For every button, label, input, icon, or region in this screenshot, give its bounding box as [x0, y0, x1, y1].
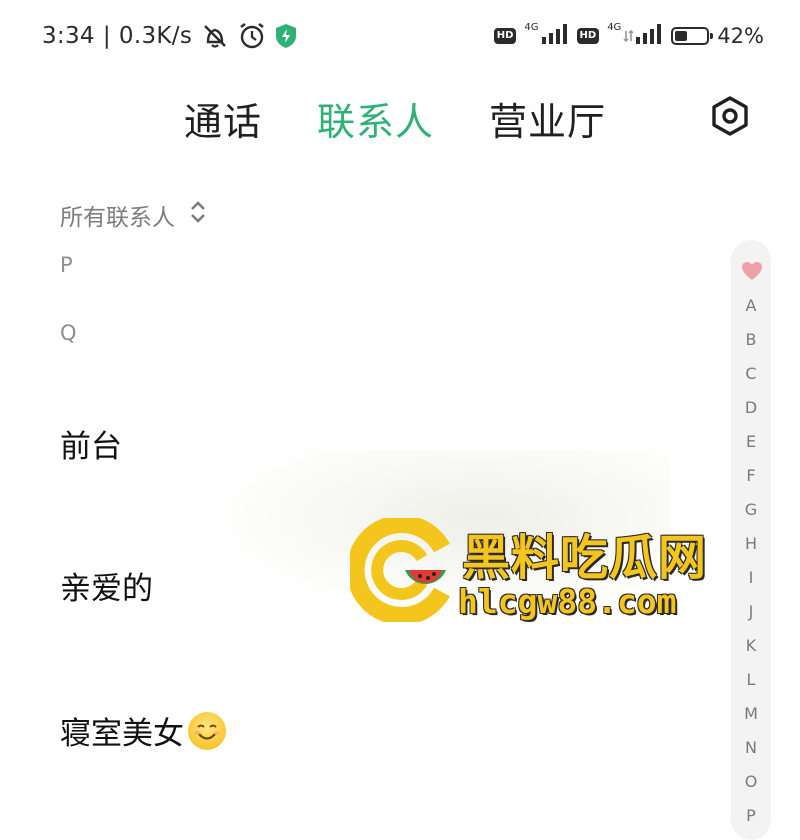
battery-icon [671, 27, 714, 45]
hd-badge-1: HD [493, 28, 517, 44]
filter-label: 所有联系人 [60, 205, 175, 231]
shield-icon [274, 23, 298, 49]
hd-badge-2: HD [576, 28, 600, 44]
index-letter-k[interactable]: K [731, 636, 771, 655]
signal-icon-2 [623, 23, 663, 50]
status-left: 3:34 | 0.3K/s [42, 19, 298, 53]
settings-button[interactable] [710, 96, 750, 136]
contact-group-filter[interactable]: 所有联系人 [60, 197, 207, 233]
network-type-1: 4G [524, 21, 539, 33]
section-header-p: P [60, 253, 73, 277]
network-type-2: 4G [607, 21, 622, 33]
watermark: 黑料吃瓜网 hlcgw88.com [350, 518, 740, 628]
smiling-face-emoji-icon [188, 712, 226, 750]
settings-hexagon-icon [712, 96, 748, 136]
signal-icon [541, 23, 569, 50]
index-letter-e[interactable]: E [731, 432, 771, 451]
index-letter-n[interactable]: N [731, 738, 771, 757]
contact-item[interactable]: 亲爱的 [60, 563, 153, 608]
index-letter-b[interactable]: B [731, 330, 771, 349]
alarm-icon [238, 22, 266, 50]
status-separator: | [102, 23, 111, 49]
net-speed: 0.3K/s [118, 23, 193, 49]
sort-arrows-icon [189, 199, 207, 231]
watermark-url: hlcgw88.com [458, 582, 677, 621]
tab-service-hall[interactable]: 营业厅 [489, 91, 606, 146]
watermelon-logo-icon [350, 518, 450, 622]
watermark-title: 黑料吃瓜网 [462, 530, 708, 586]
index-letter-l[interactable]: L [731, 670, 771, 689]
index-letter-f[interactable]: F [731, 466, 771, 485]
contact-name: 寝室美女 [60, 716, 184, 752]
contact-item[interactable]: 前台 [60, 421, 122, 466]
battery-fill [675, 31, 688, 41]
favorites-heart-icon[interactable] [741, 261, 763, 281]
tab-calls[interactable]: 通话 [184, 91, 262, 146]
battery-percent: 42% [717, 24, 764, 48]
contact-item-with-emoji[interactable]: 寝室美女 [60, 708, 226, 753]
status-bar: 3:34 | 0.3K/s HD 4G HD 4G 42% [0, 0, 800, 70]
index-letter-a[interactable]: A [731, 296, 771, 315]
section-header-q: Q [60, 321, 77, 345]
status-right: HD 4G HD 4G 42% [493, 19, 764, 53]
index-letter-m[interactable]: M [731, 704, 771, 723]
index-letter-c[interactable]: C [731, 364, 771, 383]
index-letter-o[interactable]: O [731, 772, 771, 791]
tab-contacts[interactable]: 联系人 [317, 91, 434, 146]
index-letter-p[interactable]: P [731, 806, 771, 825]
index-letter-g[interactable]: G [731, 500, 771, 519]
bell-muted-icon [200, 22, 230, 50]
top-tabs: 通话 联系人 营业厅 [184, 90, 606, 146]
status-time: 3:34 [42, 23, 95, 49]
index-letter-d[interactable]: D [731, 398, 771, 417]
